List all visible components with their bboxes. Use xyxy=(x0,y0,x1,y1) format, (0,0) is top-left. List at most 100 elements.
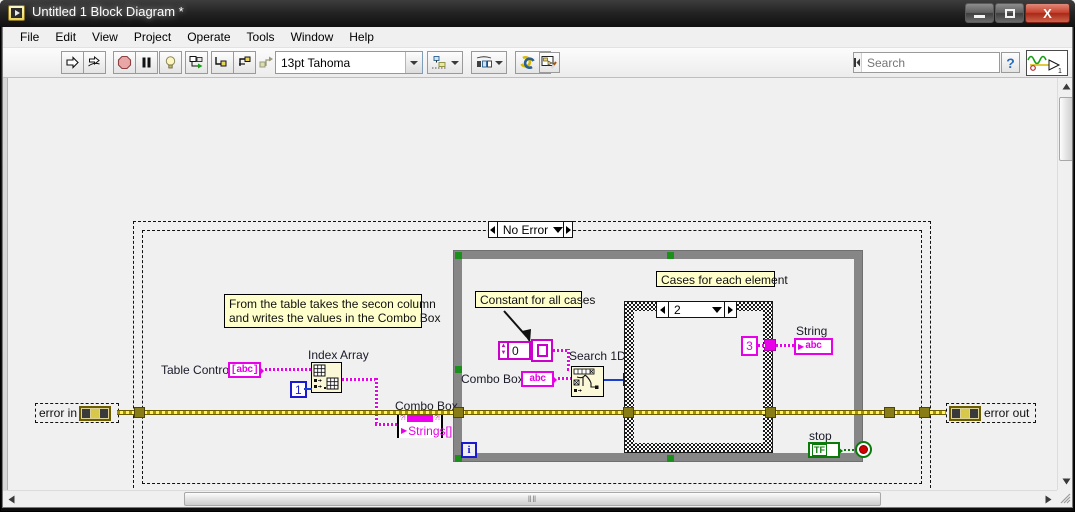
menu-item-view[interactable]: View xyxy=(84,29,126,45)
enum-value: 0 xyxy=(512,343,519,358)
strings-label: Strings[] xyxy=(408,423,453,438)
wire-index-const[interactable] xyxy=(304,388,312,390)
comment-cases-each-element[interactable]: Cases for each element xyxy=(656,271,788,287)
table-control-terminal[interactable]: [abc] xyxy=(228,362,264,378)
maximize-button[interactable] xyxy=(995,3,1024,23)
wire-search-to-case[interactable] xyxy=(604,379,624,381)
align-dropdown-icon[interactable] xyxy=(451,60,459,65)
canvas-left-edge xyxy=(3,78,8,490)
horizontal-scrollbar[interactable]: ‖‖ xyxy=(3,490,1057,507)
menu-item-help[interactable]: Help xyxy=(341,29,382,45)
horizontal-scroll-thumb[interactable]: ‖‖ xyxy=(184,492,881,506)
context-help-button[interactable]: ? xyxy=(1001,52,1020,73)
search-1d-array-label: Search 1D xyxy=(569,349,626,363)
inner-case-dropdown-icon[interactable] xyxy=(710,306,724,313)
string-indicator-terminal[interactable]: ▶ abc xyxy=(794,338,833,355)
close-button[interactable]: X xyxy=(1025,3,1070,23)
case-output-tunnel[interactable] xyxy=(764,339,776,351)
run-button[interactable] xyxy=(61,51,84,74)
case-next-icon[interactable] xyxy=(563,222,572,237)
wire-tunnel-to-string[interactable] xyxy=(776,344,795,347)
outer-case-selector[interactable]: No Error xyxy=(488,221,573,238)
search-mode-icon[interactable] xyxy=(854,53,862,72)
inner-case-structure[interactable] xyxy=(624,301,773,453)
scroll-up-button[interactable] xyxy=(1058,78,1072,95)
pause-button[interactable] xyxy=(135,51,158,74)
inner-case-prev-icon[interactable] xyxy=(657,302,669,317)
error-in-terminal[interactable]: error in xyxy=(35,403,119,423)
index-array-node[interactable] xyxy=(311,362,342,393)
enum-ring-icon[interactable] xyxy=(531,339,553,362)
case-dropdown-icon[interactable] xyxy=(553,226,564,233)
vertical-scrollbar[interactable] xyxy=(1057,78,1072,490)
error-tunnel-loop-right[interactable] xyxy=(919,407,930,418)
menu-item-tools[interactable]: Tools xyxy=(239,29,283,45)
toolbar-step-group xyxy=(211,51,277,74)
error-tunnel-seq-left[interactable] xyxy=(453,407,464,418)
align-objects-button[interactable] xyxy=(427,51,463,74)
window-title: Untitled 1 Block Diagram * xyxy=(32,4,184,19)
step-over-button[interactable] xyxy=(233,51,256,74)
inner-case-selector[interactable]: 2 xyxy=(656,301,737,318)
vertical-scroll-thumb[interactable] xyxy=(1059,97,1072,161)
menu-item-edit[interactable]: Edit xyxy=(47,29,84,45)
combo-box-strings-terminal[interactable]: ?!?! ▶ Strings[] xyxy=(397,412,452,438)
scroll-thumb-grip: ‖‖ xyxy=(527,494,538,504)
combo-box-control-terminal[interactable]: abc xyxy=(521,371,557,387)
error-out-terminal[interactable]: error out xyxy=(946,403,1036,423)
vi-icon[interactable]: 1 xyxy=(1026,50,1068,76)
menu-item-project[interactable]: Project xyxy=(126,29,179,45)
step-into-button[interactable] xyxy=(211,51,234,74)
run-continuously-button[interactable] xyxy=(83,51,106,74)
toolbar: 13pt Tahoma Search ? 1 xyxy=(3,48,1072,78)
search-1d-array-node[interactable] xyxy=(571,366,604,397)
block-diagram-canvas[interactable]: error in No Error From the table takes t… xyxy=(3,78,1057,490)
retain-wire-values-button[interactable] xyxy=(185,51,208,74)
font-selector[interactable]: 13pt Tahoma xyxy=(275,51,423,74)
case-string-constant[interactable]: 3 xyxy=(741,336,758,356)
error-out-cluster-icon xyxy=(949,405,981,421)
wire-table-to-index[interactable] xyxy=(265,368,311,371)
wire-index-out-h[interactable] xyxy=(342,378,377,381)
error-tunnel-case-left[interactable] xyxy=(623,407,634,418)
menu-item-window[interactable]: Window xyxy=(283,29,342,45)
scroll-down-button[interactable] xyxy=(1058,473,1072,490)
comment-table-column[interactable]: From the table takes the secon column an… xyxy=(224,294,440,328)
error-tunnel-case-right[interactable] xyxy=(765,407,776,418)
wire-const-to-tunnel[interactable] xyxy=(758,344,765,347)
inner-case-next-icon[interactable] xyxy=(724,302,736,317)
diagram-canvas-wrapper: error in No Error From the table takes t… xyxy=(3,78,1072,507)
title-bar[interactable]: Untitled 1 Block Diagram * X xyxy=(0,0,1075,27)
comment-constant-all-cases[interactable]: Constant for all cases xyxy=(475,291,595,308)
enum-constant-value[interactable]: ▲ ▼ 0 xyxy=(498,341,531,360)
error-wire[interactable] xyxy=(117,410,946,415)
labview-window: Untitled 1 Block Diagram * X File Edit V… xyxy=(0,0,1075,512)
search-box[interactable] xyxy=(853,52,1024,73)
highlight-execution-button[interactable] xyxy=(159,51,182,74)
wire-index-out-v[interactable] xyxy=(375,378,378,424)
table-abc-glyph: [abc] xyxy=(230,364,259,376)
toolbar-cleanup-group xyxy=(539,51,560,73)
case-prev-icon[interactable] xyxy=(489,222,498,237)
error-tunnel-loop-left[interactable] xyxy=(134,407,145,418)
abort-execution-button[interactable] xyxy=(113,51,136,74)
enum-updown-icon[interactable]: ▲ ▼ xyxy=(500,343,509,358)
font-dropdown-icon[interactable] xyxy=(405,52,422,73)
scroll-left-button[interactable] xyxy=(3,491,20,507)
menu-item-operate[interactable]: Operate xyxy=(179,29,238,45)
scroll-right-button[interactable] xyxy=(1040,491,1057,507)
search-input[interactable] xyxy=(862,54,1024,71)
clean-up-diagram-button[interactable] xyxy=(539,52,560,73)
stop-boolean-terminal[interactable]: TF xyxy=(808,442,843,458)
distribute-dropdown-icon[interactable] xyxy=(495,60,503,65)
resize-grip[interactable] xyxy=(1058,491,1072,506)
iteration-terminal-outer[interactable]: i xyxy=(461,442,477,458)
menu-item-file[interactable]: File xyxy=(12,29,47,45)
loop-conditional-terminal[interactable] xyxy=(855,441,872,458)
combo-box-control-label: Combo Box xyxy=(461,372,524,386)
error-tunnel-seq-right[interactable] xyxy=(884,407,895,418)
distribute-objects-button[interactable] xyxy=(471,51,507,74)
minimize-button[interactable] xyxy=(965,3,994,23)
labview-vi-icon xyxy=(8,5,25,21)
wire-index-out-h2[interactable] xyxy=(375,423,398,426)
